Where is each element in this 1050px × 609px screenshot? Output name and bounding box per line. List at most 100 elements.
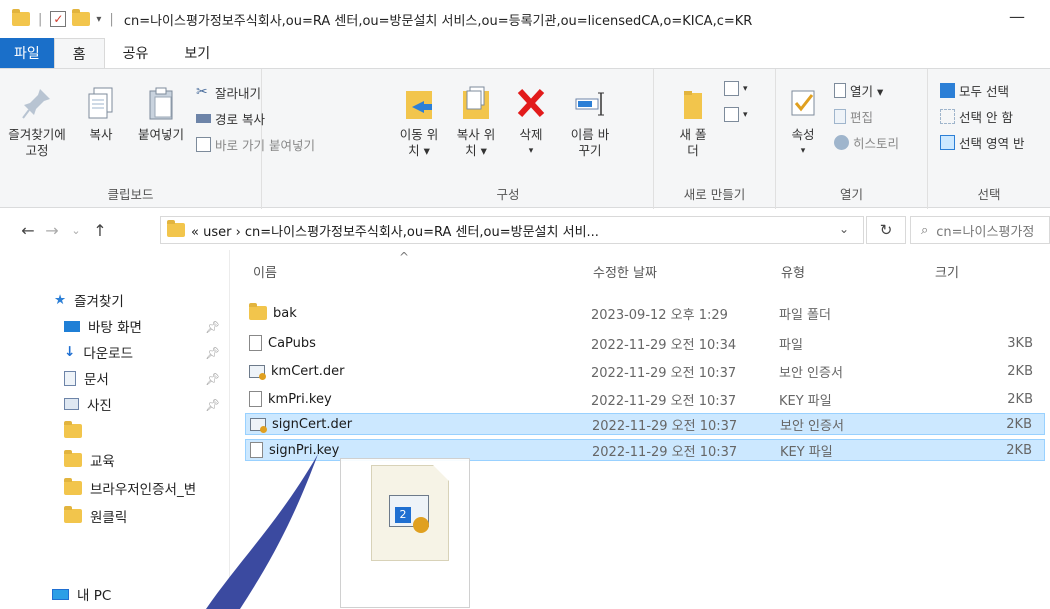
- nav-label: 즐겨찾기: [74, 294, 124, 310]
- pin-icon[interactable]: 📌︎: [205, 320, 220, 334]
- file-row-signcert[interactable]: signCert.der 2022-11-29 오전 10:37 보안 인증서 …: [245, 413, 1045, 435]
- customize-chevron-icon[interactable]: ▾: [96, 14, 101, 25]
- rename-icon: [573, 85, 607, 123]
- address-dropdown-icon[interactable]: ⌄: [839, 222, 849, 236]
- file-row-bak[interactable]: bak 2023-09-12 오후 1:29 파일 폴더: [245, 302, 1045, 324]
- back-arrow-icon[interactable]: ←: [16, 221, 40, 240]
- pin-icon[interactable]: 📌︎: [205, 372, 220, 386]
- nav-item-documents[interactable]: 문서: [64, 368, 109, 388]
- cut-button[interactable]: ✂ 잘라내기: [196, 83, 261, 102]
- rename-label: 이름 바꾸기: [570, 127, 610, 158]
- new-folder-quick-icon[interactable]: [72, 9, 91, 26]
- tab-share[interactable]: 공유: [105, 38, 167, 68]
- open-group: 속성 ▾ 열기 ▾ 편집 히스토리 열기: [776, 69, 928, 209]
- copy-button[interactable]: 복사: [76, 85, 126, 143]
- properties-button[interactable]: 속성 ▾: [782, 85, 824, 159]
- pin-label: 즐겨찾기에 고정: [8, 127, 66, 158]
- pin-icon[interactable]: 📌︎: [205, 398, 220, 412]
- column-header-type[interactable]: 유형: [781, 262, 805, 281]
- nav-item-downloads[interactable]: ↓ 다운로드: [64, 342, 133, 362]
- invert-selection-button[interactable]: 선택 영역 반: [940, 133, 1024, 152]
- tab-view[interactable]: 보기: [166, 38, 228, 68]
- file-name: kmPri.key: [268, 391, 332, 407]
- file-size: 2KB: [1006, 416, 1032, 432]
- edit-button[interactable]: 편집: [834, 107, 873, 126]
- file-type: 파일: [779, 337, 803, 353]
- open-button[interactable]: 열기 ▾: [834, 81, 883, 100]
- nav-item-this-pc[interactable]: 내 PC: [52, 584, 111, 604]
- column-header-date[interactable]: 수정한 날짜: [593, 262, 657, 281]
- nav-item-folder[interactable]: [64, 421, 90, 438]
- folder-icon: [64, 506, 82, 523]
- easy-access-icon: [724, 107, 739, 122]
- nav-label: 사진: [87, 398, 112, 414]
- delete-label: 삭제: [519, 127, 543, 142]
- refresh-icon[interactable]: ↻: [866, 216, 906, 244]
- minimize-button[interactable]: —: [1002, 4, 1032, 32]
- file-type: 보안 인증서: [780, 418, 844, 434]
- edit-label: 편집: [850, 110, 874, 125]
- new-folder-button[interactable]: 새 폴더: [670, 85, 716, 159]
- search-input[interactable]: ⌕ cn=나이스평가정: [910, 216, 1050, 244]
- nav-item-pictures[interactable]: 사진: [64, 394, 112, 414]
- address-path[interactable]: « user › cn=나이스평가정보주식회사,ou=RA 센터,ou=방문설치…: [191, 221, 599, 240]
- open-label: 열기 ▾: [850, 84, 884, 99]
- nav-item-desktop[interactable]: 바탕 화면: [64, 316, 142, 336]
- select-all-button[interactable]: 모두 선택: [940, 81, 1009, 100]
- new-item-button[interactable]: ▾: [724, 81, 748, 96]
- tab-file[interactable]: 파일: [0, 38, 54, 68]
- folder-icon: [12, 9, 30, 26]
- file-size: 2KB: [1007, 391, 1033, 407]
- file-row-kmcert[interactable]: kmCert.der 2022-11-29 오전 10:37 보안 인증서 2K…: [245, 360, 1045, 382]
- nav-item-quick-access[interactable]: ★ 즐겨찾기: [54, 290, 124, 310]
- rename-button[interactable]: 이름 바꾸기: [560, 85, 620, 159]
- select-group: 모두 선택 선택 안 함 선택 영역 반 선택: [928, 69, 1050, 209]
- monitor-icon: [52, 588, 69, 600]
- open-group-label: 열기: [839, 187, 863, 202]
- folder-icon: [249, 303, 267, 320]
- nav-item-education[interactable]: 교육: [64, 450, 115, 470]
- select-none-icon: [940, 109, 955, 124]
- select-none-label: 선택 안 함: [959, 110, 1013, 125]
- easy-access-button[interactable]: ▾: [724, 107, 748, 122]
- file-row-kmpri[interactable]: kmPri.key 2022-11-29 오전 10:37 KEY 파일 2KB: [245, 388, 1045, 410]
- column-label: 이름: [253, 266, 277, 281]
- ribbon: 즐겨찾기에 고정 복사 붙여넣기 ✂ 잘라내기 경로 복사 바로 가기 붙여넣기…: [0, 68, 1050, 209]
- forward-arrow-icon[interactable]: →: [40, 221, 64, 240]
- properties-quick-icon[interactable]: ✓: [50, 11, 67, 27]
- recent-locations-chevron-icon[interactable]: ⌄: [64, 224, 88, 237]
- file-icon: [250, 442, 263, 458]
- separator: |: [38, 11, 43, 27]
- nav-item-oneclick[interactable]: 원클릭: [64, 506, 127, 526]
- title-bar: | ✓ ▾ | cn=나이스평가정보주식회사,ou=RA 센터,ou=방문설치 …: [0, 0, 1050, 38]
- up-arrow-icon[interactable]: ↑: [88, 221, 112, 240]
- delete-button[interactable]: 삭제 ▾: [506, 85, 556, 159]
- nav-label: 교육: [90, 454, 115, 470]
- select-none-button[interactable]: 선택 안 함: [940, 107, 1013, 126]
- file-date: 2022-11-29 오전 10:37: [591, 393, 737, 409]
- file-row-capubs[interactable]: CaPubs 2022-11-29 오전 10:34 파일 3KB: [245, 332, 1045, 354]
- properties-dropdown-icon[interactable]: ▾: [782, 143, 824, 159]
- pin-to-quick-access-button[interactable]: 즐겨찾기에 고정: [4, 85, 70, 159]
- copy-to-button[interactable]: 복사 위치 ▾: [448, 85, 504, 159]
- address-bar[interactable]: « user › cn=나이스평가정보주식회사,ou=RA 센터,ou=방문설치…: [160, 216, 864, 244]
- paste-button[interactable]: 붙여넣기: [130, 85, 192, 143]
- certificate-seal-icon: [413, 517, 429, 533]
- window-title: cn=나이스평가정보주식회사,ou=RA 센터,ou=방문설치 서비스,ou=등…: [123, 13, 753, 29]
- edit-icon: [834, 109, 846, 124]
- delete-dropdown-icon[interactable]: ▾: [506, 143, 556, 159]
- column-header-name[interactable]: 이름: [253, 262, 277, 281]
- pin-icon[interactable]: 📌︎: [205, 346, 220, 360]
- tab-home[interactable]: 홈: [53, 38, 105, 68]
- move-to-button[interactable]: 이동 위치 ▾: [394, 85, 444, 159]
- nav-label: 문서: [84, 372, 109, 388]
- copy-label: 복사: [89, 127, 113, 142]
- history-button[interactable]: 히스토리: [834, 133, 899, 152]
- copy-to-label: 복사 위치 ▾: [456, 127, 496, 158]
- nav-item-browser-cert[interactable]: 브라우저인증서_변: [64, 478, 196, 498]
- move-to-label: 이동 위치 ▾: [399, 127, 439, 158]
- navigation-bar: ← → ⌄ ↑ « user › cn=나이스평가정보주식회사,ou=RA 센터…: [0, 210, 1050, 250]
- new-item-icon: [724, 81, 739, 96]
- copy-path-button[interactable]: 경로 복사: [196, 109, 265, 128]
- column-header-size[interactable]: 크기: [935, 262, 959, 281]
